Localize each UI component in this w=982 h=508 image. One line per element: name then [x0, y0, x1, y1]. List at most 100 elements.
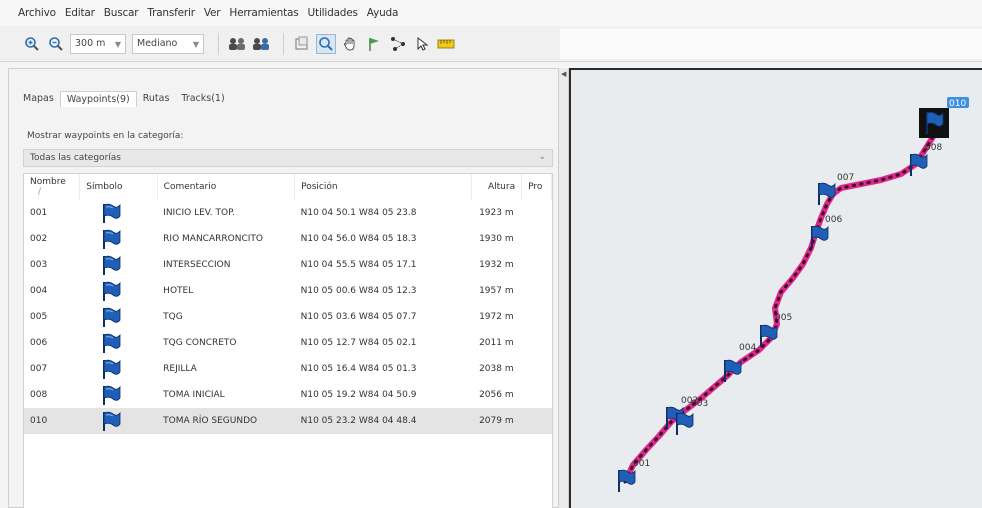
- waypoint-altitude: 2079 m: [471, 408, 522, 434]
- waypoint-position: N10 05 12.7 W84 05 02.1: [300, 338, 417, 348]
- waypoint-name: 004: [30, 286, 48, 296]
- menu-editar[interactable]: Editar: [65, 7, 95, 19]
- menu-utilidades[interactable]: Utilidades: [308, 7, 358, 19]
- zoom-in-icon[interactable]: [22, 34, 42, 54]
- waypoint-extra: [522, 304, 552, 330]
- blue-flag-icon: [100, 332, 122, 354]
- collapse-arrow-icon[interactable]: ◀: [561, 70, 566, 78]
- table-row[interactable]: 002 RIO MANCARRONCITO N10 04 56.0 W84 05 1…: [24, 226, 552, 252]
- table-row[interactable]: 006 TQG CONCRETO N10 05 12.7 W84 05 02.1 20…: [24, 330, 552, 356]
- menu-ayuda[interactable]: Ayuda: [367, 7, 399, 19]
- blue-flag-icon: [100, 280, 122, 302]
- waypoint-symbol: [80, 252, 157, 278]
- zoom-scale-value: 300 m: [75, 38, 106, 49]
- waypoint-comment: TOMA RÍO SEGUNDO: [157, 408, 295, 434]
- toolbar-divider: [283, 32, 284, 55]
- waypoint-symbol: [80, 226, 157, 252]
- waypoints-table: Nombre / Símbolo Comentario Posición Alt…: [23, 173, 553, 508]
- waypoint-comment: TOMA INICIAL: [163, 390, 225, 400]
- map-waypoint-001[interactable]: [618, 469, 636, 492]
- map-waypoint-label: 001: [633, 459, 650, 469]
- table-row[interactable]: 007 REJILLA N10 05 16.4 W84 05 01.3 2038 m: [24, 356, 552, 382]
- tab-waypoints[interactable]: Waypoints(9): [59, 91, 137, 107]
- pan-hand-icon[interactable]: [340, 34, 360, 54]
- chevron-down-icon: ⌄: [538, 152, 546, 162]
- menu-ver[interactable]: Ver: [204, 7, 221, 19]
- route-tool-icon[interactable]: [388, 34, 408, 54]
- table-row[interactable]: 005 TQG N10 05 03.6 W84 05 07.7 1972 m: [24, 304, 552, 330]
- track-line[interactable]: [622, 118, 946, 484]
- map-waypoint-010[interactable]: [919, 108, 949, 138]
- waypoint-position: N10 05 19.2 W84 04 50.9: [300, 390, 417, 400]
- tab-routes[interactable]: Rutas: [137, 91, 176, 107]
- menu-transferir[interactable]: Transferir: [147, 7, 195, 19]
- waypoint-name: 007: [30, 364, 48, 374]
- measure-ruler-icon[interactable]: [436, 34, 456, 54]
- column-header-extra[interactable]: Pro: [521, 174, 552, 200]
- map-waypoint-label: 007: [837, 173, 854, 183]
- waypoint-extra: [522, 226, 552, 252]
- waypoint-extra: [521, 408, 552, 434]
- transfer-users-icon[interactable]: [251, 34, 271, 54]
- waypoint-position: N10 04 55.5 W84 05 17.1: [300, 260, 417, 270]
- table-row[interactable]: 008 TOMA INICIAL N10 05 19.2 W84 04 50.9 20…: [24, 382, 552, 408]
- column-header-symbol[interactable]: Símbolo: [79, 174, 158, 200]
- map-waypoint-label: 005: [775, 313, 792, 323]
- category-select[interactable]: Todas las categorías ⌄: [23, 149, 553, 167]
- chevron-down-icon: ▼: [114, 39, 121, 49]
- waypoint-name: 001: [30, 208, 48, 218]
- map-canvas[interactable]: 001002003004005006007008010: [571, 70, 982, 508]
- waypoint-name: 010: [24, 408, 80, 434]
- map-waypoint-003[interactable]: [676, 412, 694, 435]
- column-header-comment[interactable]: Comentario: [157, 174, 296, 200]
- map-waypoint-label: 010: [949, 99, 966, 109]
- tab-maps[interactable]: Mapas: [17, 91, 60, 107]
- zoom-tool-icon[interactable]: [316, 33, 336, 54]
- waypoint-altitude: 2056 m: [479, 390, 514, 400]
- blue-flag-icon: [100, 306, 122, 328]
- detail-select[interactable]: Mediano ▼: [132, 33, 204, 54]
- menu-buscar[interactable]: Buscar: [104, 7, 139, 19]
- map-waypoint-008[interactable]: [910, 153, 928, 176]
- waypoint-symbol: [79, 408, 158, 434]
- zoom-scale-select[interactable]: 300 m ▼: [70, 33, 126, 54]
- pointer-icon[interactable]: [412, 34, 432, 54]
- table-row[interactable]: 001 INICIO LEV. TOP. N10 04 50.1 W84 05 23…: [24, 200, 552, 226]
- blue-flag-icon: [100, 202, 122, 224]
- waypoint-position: N10 05 23.2 W84 04 48.4: [294, 408, 472, 434]
- column-header-name[interactable]: Nombre /: [24, 174, 81, 200]
- column-header-position[interactable]: Posición: [294, 174, 473, 200]
- waypoint-altitude: 1932 m: [479, 260, 514, 270]
- tab-tracks[interactable]: Tracks(1): [175, 91, 230, 107]
- waypoint-position: N10 05 16.4 W84 05 01.3: [300, 364, 417, 374]
- zoom-out-icon[interactable]: [46, 34, 66, 54]
- waypoint-comment: TQG: [163, 312, 183, 322]
- find-users-icon[interactable]: [227, 34, 247, 54]
- map-waypoint-label: 004: [739, 343, 756, 353]
- map-view[interactable]: 001 002 003 004 005 006 007 008 010: [569, 68, 982, 508]
- menu-archivo[interactable]: Archivo: [18, 7, 56, 19]
- waypoint-comment: INICIO LEV. TOP.: [163, 208, 235, 218]
- waypoint-altitude: 1972 m: [479, 312, 514, 322]
- table-row[interactable]: 003 INTERSECCION N10 04 55.5 W84 05 17.1 19…: [24, 252, 552, 278]
- waypoint-extra: [522, 278, 552, 304]
- blue-flag-icon: [100, 358, 122, 380]
- waypoints-panel: Mapas Waypoints(9) Rutas Tracks(1) Mostrar …: [8, 68, 558, 508]
- table-row[interactable]: 010 TOMA RÍO SEGUNDO N10 05 23.2 W84 04 48…: [24, 408, 552, 434]
- blue-flag-icon: [100, 254, 122, 276]
- waypoint-altitude: 1923 m: [479, 208, 514, 218]
- map-waypoint-label: 006: [825, 215, 842, 225]
- waypoint-symbol: [80, 356, 157, 382]
- menu-herramientas[interactable]: Herramientas: [229, 7, 298, 19]
- waypoint-name: 006: [30, 338, 48, 348]
- waypoint-symbol: [80, 278, 157, 304]
- select-area-icon[interactable]: [292, 34, 312, 54]
- waypoint-position: N10 04 56.0 W84 05 18.3: [300, 234, 417, 244]
- waypoint-altitude: 1930 m: [479, 234, 514, 244]
- table-row[interactable]: 004 HOTEL N10 05 00.6 W84 05 12.3 1957 m: [24, 278, 552, 304]
- waypoint-flag-tool-icon[interactable]: [364, 34, 384, 54]
- map-waypoint-label: 008: [925, 143, 942, 153]
- column-header-altitude[interactable]: Altura: [471, 174, 523, 200]
- waypoint-comment: REJILLA: [163, 364, 197, 374]
- panel-splitter[interactable]: ◀: [558, 68, 569, 508]
